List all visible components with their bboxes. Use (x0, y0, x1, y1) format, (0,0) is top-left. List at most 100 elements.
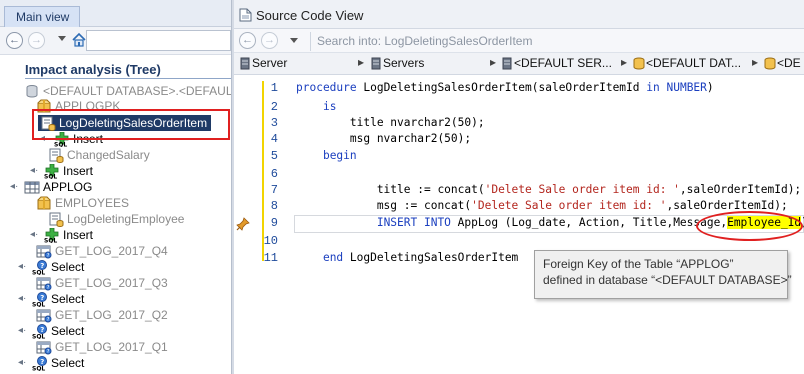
back-arrow-icon[interactable]: ← (239, 32, 256, 49)
main-view-pane: Main view ← → Impact analysis (Tree) <DE… (0, 0, 239, 374)
line-number: 9 (270, 216, 278, 230)
database-icon (764, 57, 776, 70)
code-line: end LogDeletingSalesOrderItem (296, 251, 518, 264)
tree-node[interactable]: ? GET_LOG_2017_Q2 (36, 307, 168, 323)
dependency-arrow-icon: ◂· (18, 261, 27, 272)
table-icon (24, 181, 40, 194)
home-icon[interactable] (71, 32, 87, 48)
left-tab-bar: Main view (0, 0, 231, 27)
tree-node-label: Select (51, 260, 85, 274)
foreign-key-tooltip: Foreign Key of the Table “APPLOG” define… (534, 250, 792, 299)
panel-title: Impact analysis (Tree) (25, 62, 161, 77)
panel-title-divider (25, 78, 231, 79)
database-icon (633, 57, 645, 70)
back-arrow-icon[interactable]: ← (6, 32, 23, 49)
source-view-title-bar: Source Code View (234, 0, 804, 29)
breadcrumb-item-servers[interactable]: Servers (371, 56, 424, 70)
breadcrumb-label: Servers (383, 56, 425, 70)
package-icon (37, 196, 51, 210)
source-code-editor[interactable]: 1 procedure LogDeletingSalesOrderItem(sal… (234, 75, 804, 374)
sql-insert-icon: SQL (44, 164, 59, 179)
left-nav-toolbar: ← → (0, 27, 231, 55)
code-token: is (322, 100, 337, 113)
svg-text:SQL: SQL (32, 366, 45, 372)
code-token: 'Delete Sale order item id: ' (484, 183, 680, 196)
left-nav-address-input[interactable] (86, 30, 231, 51)
pin-icon[interactable] (236, 217, 250, 231)
tree-node[interactable]: ? GET_LOG_2017_Q3 (36, 275, 168, 291)
procedure-icon (49, 212, 64, 228)
dependency-arrow-icon: ◂· (18, 293, 27, 304)
line-number: 1 (270, 81, 278, 95)
sql-select-icon: ?SQL (32, 260, 47, 275)
tree-node[interactable]: LogDeletingEmployee (48, 211, 184, 228)
code-line: is (296, 100, 336, 113)
query-icon: ? (36, 277, 52, 291)
tree-node-label: GET_LOG_2017_Q3 (55, 276, 168, 290)
code-token: end (322, 251, 344, 264)
chevron-right-icon: ▸ (358, 55, 365, 69)
chevron-right-icon: ▸ (752, 55, 759, 69)
tree-node[interactable]: SQL Insert (44, 163, 93, 179)
breadcrumb: Server ▸ Servers ▸ <DEFAULT SER... ▸ <DE… (234, 53, 804, 75)
forward-arrow-icon[interactable]: → (261, 32, 278, 49)
history-dropdown-icon[interactable] (290, 38, 298, 43)
tree-node[interactable]: ? GET_LOG_2017_Q4 (36, 243, 168, 259)
history-dropdown-icon[interactable] (58, 36, 66, 41)
line-number: 5 (270, 149, 278, 163)
breadcrumb-item-database[interactable]: <DE (764, 56, 801, 70)
server-icon (240, 57, 250, 70)
line-number: 2 (270, 100, 278, 114)
code-line: title := concat('Delete Sale order item … (296, 183, 801, 196)
tooltip-line-1: Foreign Key of the Table “APPLOG” (543, 257, 734, 271)
breadcrumb-label: Server (252, 56, 288, 70)
code-token: 'Delete Sale order item id: ' (471, 199, 667, 212)
tree-node[interactable]: ? SQL Select (32, 291, 84, 307)
line-number: 8 (270, 199, 278, 213)
document-icon (239, 8, 252, 22)
tree-node[interactable]: EMPLOYEES (36, 195, 129, 211)
breadcrumb-item-default-server[interactable]: <DEFAULT SER... (502, 56, 612, 70)
tree-node-label: Select (51, 356, 85, 370)
tree-node[interactable]: ChangedSalary (48, 147, 150, 164)
procedure-icon (49, 148, 64, 164)
breadcrumb-item-default-database[interactable]: <DEFAULT DAT... (633, 56, 741, 70)
code-line: procedure LogDeletingSalesOrderItem(sale… (296, 81, 714, 94)
server-icon (502, 57, 512, 70)
forward-arrow-icon[interactable]: → (28, 32, 45, 49)
code-token: msg := concat( (296, 199, 472, 212)
tree-node[interactable]: ? SQL Select (32, 323, 84, 339)
tooltip-line-2: defined in database “<DEFAULT DATABASE>” (543, 273, 792, 287)
chevron-right-icon: ▸ (621, 55, 628, 69)
employee-id-annotation-ellipse (696, 211, 803, 241)
dependency-arrow-icon: ◂· (10, 181, 19, 192)
line-number: 4 (270, 132, 278, 146)
tree-node-label: EMPLOYEES (55, 196, 130, 210)
line-number: 6 (270, 167, 278, 181)
breadcrumb-item-server[interactable]: Server (240, 56, 287, 70)
code-line: title nvarchar2(50); (296, 116, 485, 129)
tree-node[interactable]: SQL Insert (44, 227, 93, 243)
dependency-arrow-icon: ◂· (30, 229, 39, 240)
tree-node-label: GET_LOG_2017_Q1 (55, 340, 168, 354)
tree-node[interactable]: ? SQL Select (32, 259, 84, 275)
code-token: begin (322, 149, 357, 162)
dependency-arrow-icon: ◂· (18, 325, 27, 336)
tab-main-view[interactable]: Main view (4, 6, 80, 27)
tree-node[interactable]: <DEFAULT DATABASE>.<DEFAULT (24, 83, 239, 99)
code-token: INSERT INTO (376, 216, 451, 229)
dependency-arrow-icon: ◂· (30, 165, 39, 176)
tree-node[interactable]: ? SQL Select (32, 355, 84, 371)
search-input[interactable]: Search into: LogDeletingSalesOrderItem (310, 32, 804, 51)
tree-node-label: Select (51, 292, 85, 306)
code-token: ) (706, 81, 714, 94)
tree-node[interactable]: APPLOG (24, 179, 92, 195)
tree-node[interactable]: ? GET_LOG_2017_Q1 (36, 339, 168, 355)
code-token: LogDeletingSalesOrderItem(saleOrderItemI… (356, 81, 647, 94)
tree-node-label: Insert (63, 228, 94, 242)
source-view-title: Source Code View (256, 8, 364, 23)
query-icon: ? (36, 309, 52, 323)
code-line: begin (296, 149, 357, 162)
